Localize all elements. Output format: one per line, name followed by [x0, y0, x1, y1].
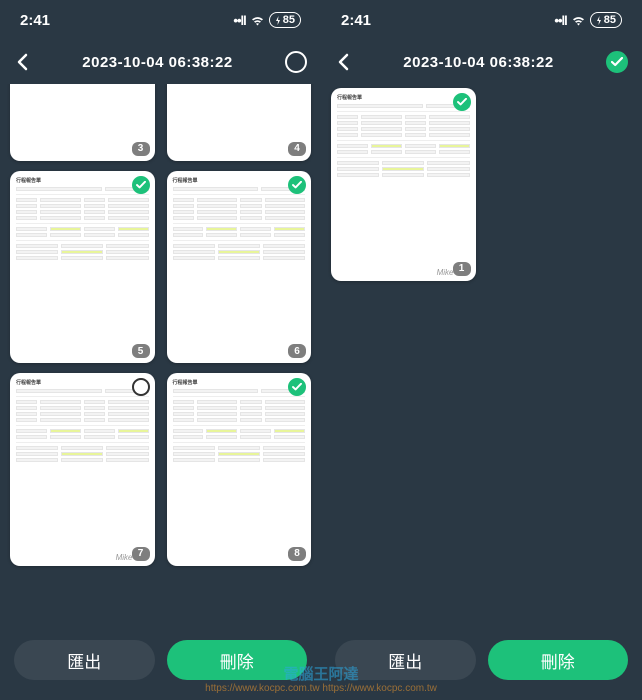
document-card[interactable]: 行程報告單 4 — [167, 84, 312, 161]
card-select-toggle[interactable] — [132, 378, 150, 396]
status-right: ••ll 85 — [233, 12, 301, 28]
document-grid: 行程報告單 1Mike — [321, 84, 642, 630]
battery-badge: 85 — [590, 12, 622, 28]
card-select-toggle[interactable] — [132, 176, 150, 194]
signal-icon: ••ll — [233, 13, 245, 28]
delete-button[interactable]: 刪除 — [488, 640, 629, 680]
document-card[interactable]: 行程報告單 6 — [167, 171, 312, 364]
check-icon — [292, 383, 302, 391]
app-header: 2023-10-04 06:38:22 — [321, 40, 642, 84]
app-header: 2023-10-04 06:38:22 — [0, 40, 321, 84]
card-index-badge: 8 — [288, 547, 306, 561]
battery-bolt-icon — [275, 16, 281, 25]
check-icon — [611, 57, 623, 67]
document-card[interactable]: 行程報告單 5 — [10, 171, 155, 364]
page-title: 2023-10-04 06:38:22 — [403, 54, 553, 71]
card-index-badge: 6 — [288, 344, 306, 358]
left-phone-screen: 2:41 ••ll 85 2023-10-04 06:38:22 行程報告單 3 — [0, 0, 321, 700]
battery-pct: 85 — [283, 14, 295, 26]
right-phone-screen: 2:41 ••ll 85 2023-10-04 06:38:22 行程報告單 — [321, 0, 642, 700]
bottom-action-bar: 匯出 刪除 — [321, 630, 642, 700]
card-watermark: Mike — [437, 268, 454, 277]
battery-pct: 85 — [604, 14, 616, 26]
document-grid: 行程報告單 3 行程報告單 4 行程報告單 5 行程報告單 — [0, 84, 321, 630]
status-time: 2:41 — [20, 12, 50, 29]
export-button[interactable]: 匯出 — [14, 640, 155, 680]
check-icon — [457, 98, 467, 106]
wifi-icon — [250, 15, 265, 26]
page-title: 2023-10-04 06:38:22 — [82, 54, 232, 71]
card-index-badge: 3 — [132, 142, 150, 156]
status-bar: 2:41 ••ll 85 — [321, 0, 642, 40]
card-index-badge: 7 — [132, 547, 150, 561]
card-select-toggle[interactable] — [288, 176, 306, 194]
wifi-icon — [571, 15, 586, 26]
export-button[interactable]: 匯出 — [335, 640, 476, 680]
delete-button[interactable]: 刪除 — [167, 640, 308, 680]
select-all-toggle[interactable] — [285, 51, 307, 73]
card-watermark: Mike — [116, 553, 133, 562]
back-button[interactable] — [14, 54, 30, 70]
status-bar: 2:41 ••ll 85 — [0, 0, 321, 40]
back-button[interactable] — [335, 54, 351, 70]
card-index-badge: 1 — [453, 262, 471, 276]
status-right: ••ll 85 — [554, 12, 622, 28]
document-card[interactable]: 行程報告單 8 — [167, 373, 312, 566]
document-card[interactable]: 行程報告單 1Mike — [331, 88, 476, 281]
battery-bolt-icon — [596, 16, 602, 25]
check-icon — [292, 181, 302, 189]
document-card[interactable]: 行程報告單 7Mike — [10, 373, 155, 566]
battery-badge: 85 — [269, 12, 301, 28]
status-time: 2:41 — [341, 12, 371, 29]
check-icon — [136, 181, 146, 189]
signal-icon: ••ll — [554, 13, 566, 28]
card-select-toggle[interactable] — [453, 93, 471, 111]
card-index-badge: 5 — [132, 344, 150, 358]
card-index-badge: 4 — [288, 142, 306, 156]
bottom-action-bar: 匯出 刪除 — [0, 630, 321, 700]
select-all-toggle[interactable] — [606, 51, 628, 73]
document-card[interactable]: 行程報告單 3 — [10, 84, 155, 161]
